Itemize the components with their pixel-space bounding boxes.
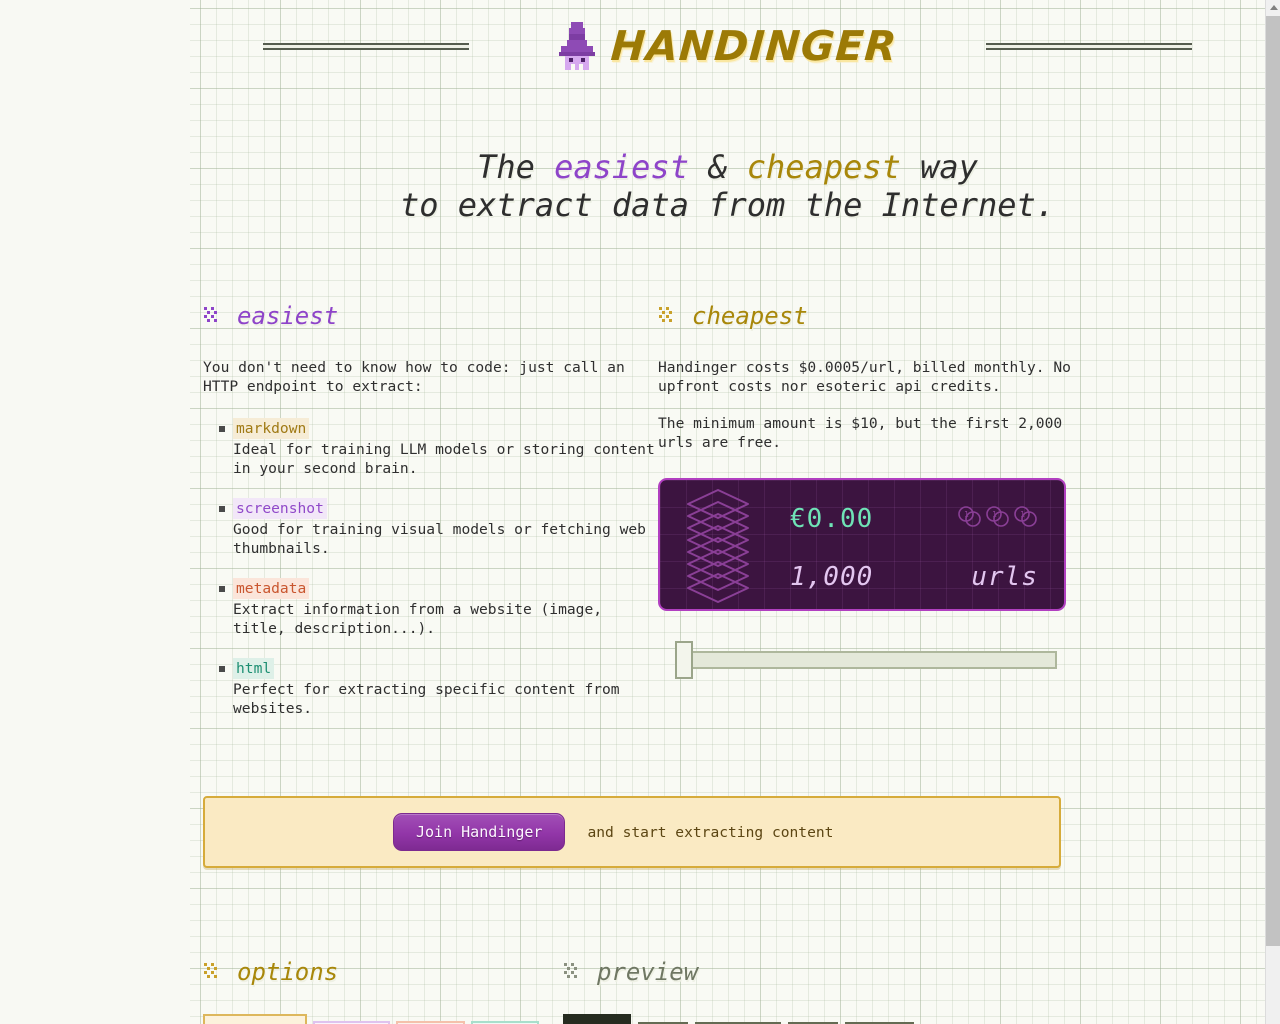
headline-cheapest: cheapest xyxy=(746,148,901,186)
headline-mid: & xyxy=(688,148,747,186)
headline-pre: The xyxy=(477,148,555,186)
coins-icon: 1 1 1 xyxy=(958,506,1037,527)
headline-line-1: The easiest & cheapest way xyxy=(190,148,1265,186)
join-handinger-button[interactable]: Join Handinger xyxy=(393,813,566,851)
feature-tag-markdown: markdown xyxy=(233,418,310,439)
cheapest-para-2: The minimum amount is $10, but the first… xyxy=(658,415,1063,451)
list-item: markdown Ideal for training LLM models o… xyxy=(203,418,658,478)
preview-language-tabs: bash js python go ruby xyxy=(563,1014,1083,1024)
feature-list: markdown Ideal for training LLM models o… xyxy=(203,418,658,718)
section-heading-cheapest: cheapest xyxy=(658,302,1078,330)
header-rule-right xyxy=(985,42,1192,50)
list-item: html Perfect for extracting specific con… xyxy=(203,658,658,718)
options-tabs: markdown image meta html xyxy=(203,1014,563,1024)
header-rule-left xyxy=(263,42,470,50)
feature-tag-metadata: metadata xyxy=(233,578,310,599)
feature-desc: Perfect for extracting specific content … xyxy=(233,681,620,717)
cheapest-para-1: Handinger costs $0.0005/url, billed mont… xyxy=(658,359,1071,395)
column-cheapest: cheapest Handinger costs $0.0005/url, bi… xyxy=(658,302,1078,738)
feature-tag-html: html xyxy=(233,658,275,679)
dotted-grid-icon xyxy=(204,963,217,978)
feature-desc: Ideal for training LLM models or storing… xyxy=(233,441,655,477)
panel-options: options markdown image meta html xyxy=(203,958,563,1024)
url-quantity-slider[interactable] xyxy=(667,639,1057,679)
list-item: metadata Extract information from a webs… xyxy=(203,578,658,638)
section-title-cheapest: cheapest xyxy=(692,302,808,330)
section-title-preview: preview xyxy=(597,958,699,986)
bottom-panels: options markdown image meta html xyxy=(190,958,1265,1024)
price-card: 1 1 1 €0.00 1,000 urls xyxy=(658,478,1066,611)
cta-banner: Join Handinger and start extracting cont… xyxy=(203,796,1061,868)
stacked-layers-icon xyxy=(687,489,749,603)
slider-thumb[interactable] xyxy=(675,641,693,679)
dotted-grid-icon xyxy=(204,307,217,322)
svg-text:1: 1 xyxy=(1020,510,1025,519)
feature-desc: Good for training visual models or fetch… xyxy=(233,521,646,557)
tab-markdown[interactable]: markdown xyxy=(203,1014,308,1024)
feature-tag-screenshot: screenshot xyxy=(233,498,327,519)
svg-text:1: 1 xyxy=(964,510,969,519)
brand-logo[interactable]: HANDINGER xyxy=(557,20,900,72)
headline-easiest: easiest xyxy=(554,148,689,186)
brand-wordmark: HANDINGER xyxy=(609,22,900,70)
column-easiest: easiest You don't need to know how to co… xyxy=(203,302,658,738)
svg-text:1: 1 xyxy=(992,510,997,519)
page-viewport: HANDINGER The easiest & cheapest way to … xyxy=(0,0,1280,1024)
dotted-grid-icon xyxy=(659,307,672,322)
feature-columns: easiest You don't need to know how to co… xyxy=(190,302,1265,738)
section-heading-preview: preview xyxy=(563,958,1083,986)
scroll-up-button[interactable] xyxy=(1266,0,1280,15)
easiest-intro: You don't need to know how to code: just… xyxy=(203,359,625,395)
feature-desc: Extract information from a website (imag… xyxy=(233,601,603,637)
cta-note: and start extracting content xyxy=(587,823,834,841)
scroll-up-arrow-icon xyxy=(1269,5,1278,10)
tab-bash[interactable]: bash xyxy=(563,1014,632,1024)
list-item: screenshot Good for training visual mode… xyxy=(203,498,658,558)
slider-track[interactable] xyxy=(685,651,1057,669)
left-gutter xyxy=(0,0,190,1024)
headline-line-2: to extract data from the Internet. xyxy=(399,186,1056,224)
page-content: HANDINGER The easiest & cheapest way to … xyxy=(190,0,1265,1024)
vertical-scrollbar[interactable] xyxy=(1265,0,1280,1024)
price-amount: €0.00 xyxy=(790,504,874,534)
dotted-grid-icon xyxy=(564,963,577,978)
section-title-options: options xyxy=(237,958,339,986)
price-url-count: 1,000 xyxy=(790,562,874,592)
page-title: The easiest & cheapest way to extract da… xyxy=(190,148,1265,224)
section-heading-options: options xyxy=(203,958,563,986)
headline-post: way xyxy=(900,148,978,186)
site-header: HANDINGER xyxy=(190,0,1265,92)
price-url-unit: urls xyxy=(971,562,1038,592)
section-title-easiest: easiest xyxy=(237,302,339,330)
section-heading-easiest: easiest xyxy=(203,302,658,330)
pixel-wizard-icon xyxy=(559,22,596,70)
panel-preview: preview bash js python go ruby xyxy=(563,958,1083,1024)
scrollbar-thumb[interactable] xyxy=(1266,16,1280,946)
